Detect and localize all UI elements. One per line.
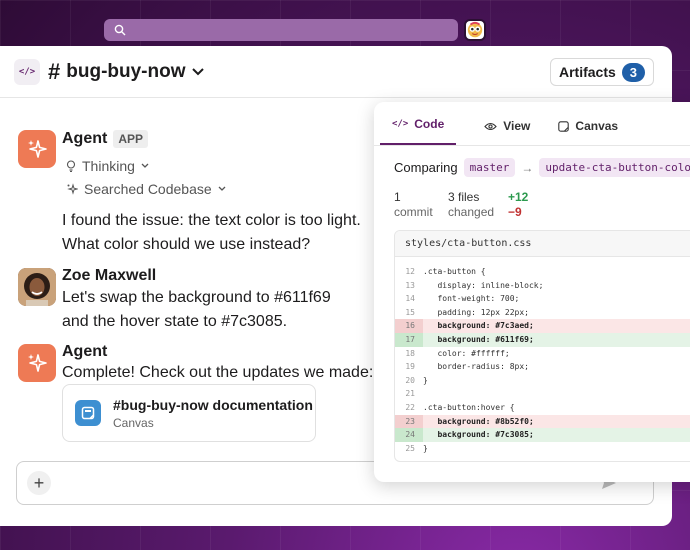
artifacts-button[interactable]: Artifacts 3 xyxy=(549,58,654,86)
code-line: 13 display: inline-block; xyxy=(395,279,690,293)
line-number: 19 xyxy=(405,362,415,372)
canvas-icon xyxy=(558,120,570,132)
search-icon xyxy=(114,24,126,36)
channel-name[interactable]: bug-buy-now xyxy=(66,61,185,83)
canvas-icon xyxy=(75,400,101,426)
commits-label: commit xyxy=(394,205,433,219)
attachment-title: #bug-buy-now documentation xyxy=(113,396,313,413)
files-label: changed xyxy=(448,205,495,219)
tab-canvas[interactable]: Canvas xyxy=(558,119,618,145)
add-attachment-button[interactable]: + xyxy=(27,471,51,495)
line-text: background: #8b52f0; xyxy=(423,416,534,426)
removed-code-line: 16 background: #7c3aed; xyxy=(395,319,690,333)
line-number: 12 xyxy=(405,267,415,276)
line-text: font-weight: 700; xyxy=(423,294,520,304)
line-text: .cta-button { xyxy=(423,267,486,276)
agent-avatar[interactable] xyxy=(18,130,56,168)
added-code-line: 24 background: #7c3085; xyxy=(395,428,690,442)
chevron-down-icon xyxy=(141,163,149,168)
workspace-search-bar[interactable] xyxy=(104,19,458,41)
canvas-attachment-card[interactable]: #bug-buy-now documentation Canvas xyxy=(62,384,316,442)
thinking-toggle[interactable]: Thinking xyxy=(66,158,149,174)
chevron-down-icon[interactable] xyxy=(191,67,204,76)
line-number: 24 xyxy=(395,428,423,442)
code-line: 12 .cta-button { xyxy=(395,265,690,279)
message-text: Let's swap the background to #611f69 and… xyxy=(62,289,331,330)
line-text: background: #611f69; xyxy=(423,334,534,344)
code-line: 25} xyxy=(395,442,690,456)
panel-tabs: </> Code View Canvas xyxy=(374,102,690,146)
line-number: 16 xyxy=(395,319,423,333)
code-icon[interactable]: </> xyxy=(14,58,40,85)
message-sender[interactable]: Zoe Maxwell xyxy=(62,267,156,285)
line-text: padding: 12px 22px; xyxy=(423,307,529,317)
attachment-subtitle: Canvas xyxy=(113,415,154,430)
line-text: display: inline-block; xyxy=(423,280,544,290)
code-line: 19 border-radius: 8px; xyxy=(395,360,690,374)
line-text: background: #7c3aed; xyxy=(423,321,534,331)
line-text: } xyxy=(423,443,428,453)
files-count: 3 files xyxy=(448,190,480,204)
message-text: I found the issue: the text color is too… xyxy=(62,212,361,253)
code-line: 22 .cta-button:hover { xyxy=(395,401,690,415)
line-number: 13 xyxy=(405,280,415,290)
message-text: Complete! Check out the updates we made: xyxy=(62,364,374,381)
sparkle-icon xyxy=(28,354,47,372)
code-line: 18 color: #ffffff; xyxy=(395,347,690,361)
channel-header: </> # bug-buy-now Artifacts 3 xyxy=(0,46,672,98)
line-number: 20 xyxy=(405,375,415,385)
channel-hash: # xyxy=(48,58,61,84)
arrow-right-icon: → xyxy=(521,160,534,175)
message-sender[interactable]: Agent xyxy=(62,343,107,361)
line-number: 25 xyxy=(405,443,415,453)
removed-code-line: 23 background: #8b52f0; xyxy=(395,414,690,429)
code-line: 14 font-weight: 700; xyxy=(395,292,690,306)
chevron-down-icon xyxy=(218,186,226,191)
user-avatar[interactable] xyxy=(18,268,56,306)
searched-codebase-toggle[interactable]: Searched Codebase xyxy=(66,181,226,197)
artifact-code-panel: </> Code View Canvas Comparing master → … xyxy=(374,102,690,482)
line-number: 17 xyxy=(395,332,423,347)
code-line: 15 padding: 12px 22px; xyxy=(395,306,690,320)
code-line: 21 xyxy=(395,387,690,401)
tab-code[interactable]: </> Code xyxy=(380,117,457,145)
line-text: .cta-button:hover { xyxy=(423,402,515,412)
additions-count: +12 xyxy=(508,190,529,204)
agent-avatar[interactable] xyxy=(18,344,56,382)
line-number: 15 xyxy=(405,307,415,317)
artifacts-count-badge: 3 xyxy=(621,62,645,82)
artifacts-label: Artifacts xyxy=(558,64,616,80)
tab-view[interactable]: View xyxy=(484,119,530,145)
file-diff: styles/cta-button.css 12 .cta-button { 13 … xyxy=(394,230,690,462)
line-number: 14 xyxy=(405,294,415,304)
line-number: 23 xyxy=(395,414,423,429)
code-lines: 12 .cta-button { 13 display: inline-block;… xyxy=(395,257,690,455)
eye-icon xyxy=(484,122,498,130)
sparkle-icon xyxy=(67,183,78,195)
head-branch[interactable]: update-cta-button-color xyxy=(539,158,690,177)
app-tag: APP xyxy=(113,130,149,148)
added-code-line: 17 background: #611f69; xyxy=(395,332,690,347)
message-sender[interactable]: Agent APP xyxy=(62,130,149,148)
sparkle-icon xyxy=(28,140,47,158)
line-text: background: #7c3085; xyxy=(423,430,534,440)
code-icon: </> xyxy=(392,119,409,129)
code-line: 20} xyxy=(395,374,690,388)
line-number: 18 xyxy=(405,348,415,358)
line-text: } xyxy=(423,375,428,385)
branch-comparison: Comparing master → update-cta-button-col… xyxy=(394,158,690,177)
base-branch[interactable]: master xyxy=(463,158,516,177)
line-number: 21 xyxy=(405,389,415,399)
line-text: color: #ffffff; xyxy=(423,348,510,358)
file-name[interactable]: styles/cta-button.css xyxy=(395,231,690,257)
lightbulb-icon xyxy=(66,160,76,172)
slack-app-icon[interactable] xyxy=(464,19,486,41)
line-text: border-radius: 8px; xyxy=(423,362,529,372)
deletions-count: −9 xyxy=(508,205,522,219)
commits-count: 1 xyxy=(394,190,401,204)
line-number: 22 xyxy=(405,402,415,412)
